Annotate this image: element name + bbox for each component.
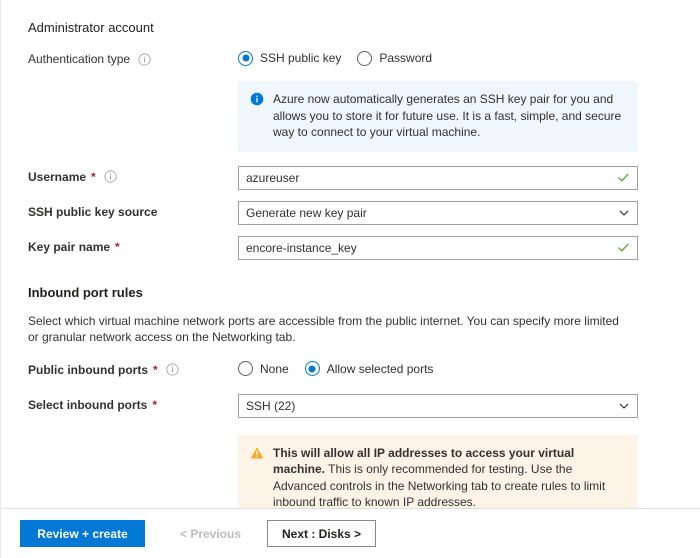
wizard-footer: Review + create < Previous Next : Disks … — [2, 508, 700, 558]
radio-label-allow-selected: Allow selected ports — [326, 361, 434, 376]
inbound-port-rules-heading: Inbound port rules — [28, 284, 143, 300]
key-pair-name-label: Key pair name * — [28, 236, 238, 255]
username-input[interactable]: azureuser — [238, 165, 638, 190]
ssh-key-source-value: Generate new key pair — [246, 205, 367, 220]
username-required-asterisk: * — [91, 169, 96, 184]
inbound-warning-message: This will allow all IP addresses to acce… — [238, 434, 638, 509]
msg-spacer-left-2 — [28, 435, 238, 509]
inbound-port-rules-description: Select which virtual machine network por… — [28, 313, 619, 344]
username-field-cell: azureuser — [238, 165, 700, 190]
select-inbound-ports-label: Select inbound ports * — [28, 394, 238, 413]
info-filled-icon — [250, 92, 264, 106]
authentication-type-label-text: Authentication type — [28, 52, 131, 66]
authentication-type-options: SSH public key Password — [238, 48, 700, 66]
green-check-icon — [617, 241, 630, 254]
radio-password[interactable]: Password — [357, 50, 432, 66]
inbound-warning-row: This will allow all IP addresses to acce… — [28, 434, 700, 509]
info-circle-icon[interactable] — [166, 363, 179, 376]
chevron-down-icon — [618, 207, 630, 219]
ssh-key-source-label-text: SSH public key source — [28, 204, 158, 219]
radio-mark-allow-selected — [304, 361, 320, 376]
ssh-info-message-row: Azure now automatically generates an SSH… — [28, 81, 700, 152]
info-circle-icon[interactable] — [138, 52, 151, 66]
username-label-text: Username — [28, 169, 87, 184]
ssh-info-message-text: Azure now automatically generates an SSH… — [273, 92, 622, 139]
username-input-value: azureuser — [246, 170, 300, 185]
radio-label-password: Password — [379, 51, 433, 65]
administrator-account-heading: Administrator account — [28, 20, 154, 35]
info-circle-icon[interactable] — [104, 170, 117, 183]
review-create-button[interactable]: Review + create — [20, 520, 145, 547]
radio-mark-password — [357, 50, 373, 66]
chevron-down-icon — [618, 400, 630, 412]
key-pair-name-label-text: Key pair name — [28, 239, 111, 254]
key-pair-name-input[interactable]: encore-instance_key — [238, 235, 638, 260]
select-inbound-ports-field-cell: SSH (22) — [238, 393, 700, 418]
select-inbound-ports-value: SSH (22) — [246, 398, 296, 413]
public-inbound-ports-label: Public inbound ports * — [28, 359, 238, 378]
public-inbound-ports-radio-group: None Allow selected ports — [238, 359, 700, 377]
inbound-warning-text: This will allow all IP addresses to acce… — [273, 445, 626, 509]
green-check-icon — [617, 171, 630, 184]
select-inbound-ports-required-asterisk: * — [152, 397, 158, 412]
radio-label-ssh: SSH public key — [260, 51, 342, 65]
username-row: Username * azureuser — [28, 165, 700, 190]
public-inbound-ports-options: None Allow selected ports — [238, 359, 700, 377]
key-pair-name-field-cell: encore-instance_key — [238, 235, 700, 260]
previous-button: < Previous — [163, 520, 258, 547]
form-content: Administrator account Authentication typ… — [1, 0, 700, 508]
authentication-type-row: Authentication type SSH public key Passw… — [28, 48, 700, 70]
radio-ssh-public-key[interactable]: SSH public key — [238, 50, 341, 66]
warning-triangle-icon — [250, 446, 264, 460]
select-inbound-ports-dropdown[interactable]: SSH (22) — [238, 393, 638, 418]
ssh-info-message: Azure now automatically generates an SSH… — [238, 81, 638, 152]
vm-create-panel: Administrator account Authentication typ… — [0, 0, 700, 558]
radio-none[interactable]: None — [238, 361, 289, 377]
username-label: Username * — [28, 166, 238, 185]
ssh-key-source-row: SSH public key source Generate new key p… — [28, 200, 700, 225]
public-inbound-ports-row: Public inbound ports * None Allow select… — [28, 359, 700, 381]
public-inbound-ports-label-text: Public inbound ports — [28, 362, 148, 377]
ssh-key-source-field-cell: Generate new key pair — [238, 200, 700, 225]
key-pair-name-input-value: encore-instance_key — [246, 240, 357, 255]
authentication-type-label: Authentication type — [28, 48, 238, 67]
ssh-key-source-dropdown[interactable]: Generate new key pair — [238, 200, 638, 225]
key-pair-name-required-asterisk: * — [115, 239, 120, 254]
radio-label-none: None — [260, 361, 289, 376]
next-disks-button[interactable]: Next : Disks > — [267, 520, 377, 547]
public-inbound-ports-required-asterisk: * — [153, 362, 158, 377]
authentication-type-radio-group: SSH public key Password — [238, 48, 700, 66]
ssh-key-source-label: SSH public key source — [28, 201, 238, 220]
select-inbound-ports-row: Select inbound ports * SSH (22) — [28, 393, 700, 418]
radio-mark-ssh — [238, 50, 253, 66]
radio-mark-none — [238, 361, 253, 376]
msg-spacer-left — [28, 81, 238, 152]
radio-allow-selected-ports[interactable]: Allow selected ports — [304, 361, 434, 377]
key-pair-name-row: Key pair name * encore-instance_key — [28, 235, 700, 260]
select-inbound-ports-label-text: Select inbound ports — [28, 397, 148, 412]
